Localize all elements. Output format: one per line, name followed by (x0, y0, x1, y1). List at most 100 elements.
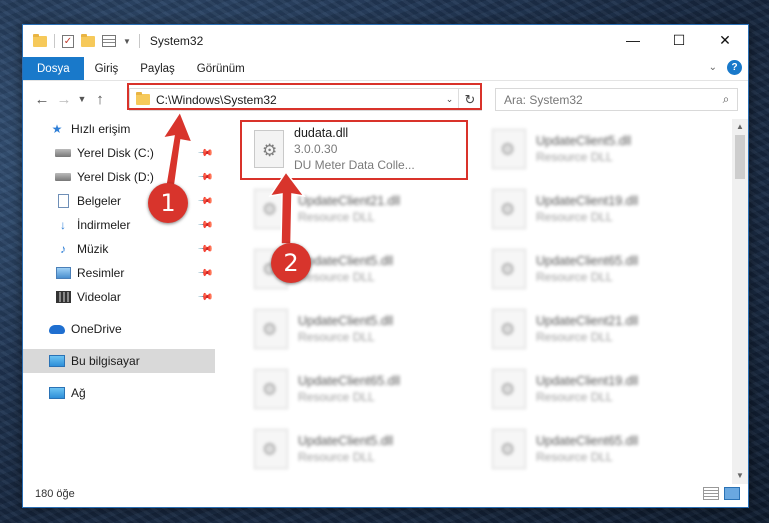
folder-icon (33, 33, 47, 47)
file-tile[interactable]: UpdateClient65.dll Resource DLL (484, 421, 714, 477)
step-2-badge: 2 (271, 243, 311, 283)
sidebar-item-videos[interactable]: Videolar 📌 (23, 285, 215, 309)
address-path[interactable]: C:\Windows\System32 (156, 93, 441, 107)
search-icon[interactable]: ⌕ (715, 92, 737, 107)
address-bar[interactable]: C:\Windows\System32 ⌄ ↻ (129, 88, 482, 111)
status-bar: 180 öğe (23, 481, 748, 507)
dll-file-icon (492, 309, 526, 349)
details-view-icon[interactable] (703, 487, 719, 500)
sidebar-item-this-pc[interactable]: Bu bilgisayar (23, 349, 215, 373)
maximize-button[interactable]: ☐ (656, 25, 702, 55)
address-folder-icon (136, 92, 150, 105)
file-type: Resource DLL (536, 270, 613, 284)
file-tile[interactable]: UpdateClient65.dll Resource DLL (246, 361, 476, 417)
search-box[interactable]: Ara: System32 ⌕ (495, 88, 738, 111)
file-name: dudata.dll (294, 126, 349, 140)
recent-locations-chevron-icon[interactable]: ▼ (75, 94, 89, 104)
file-type: Resource DLL (298, 330, 375, 344)
quick-access-toolbar: ✓ ▼ (23, 33, 131, 48)
item-count: 180 öğe (35, 488, 75, 500)
window-title: System32 (149, 34, 204, 48)
network-icon (49, 386, 65, 400)
sidebar-item-downloads[interactable]: ↓ İndirmeler 📌 (23, 213, 215, 237)
properties-icon[interactable] (102, 35, 116, 47)
file-name: UpdateClient5.dll (298, 434, 394, 448)
navigation-pane: ★ Hızlı erişim Yerel Disk (C:) 📌 Yerel D… (23, 119, 215, 479)
toolbar-divider (54, 34, 55, 48)
view-switcher (703, 487, 740, 500)
pin-icon[interactable]: 📌 (196, 193, 213, 210)
dll-file-icon (254, 189, 288, 229)
file-tile-dudata[interactable]: dudata.dll 3.0.0.30 DU Meter Data Colle.… (246, 121, 476, 177)
file-type: Resource DLL (536, 150, 613, 164)
file-tile[interactable]: UpdateClient21.dll Resource DLL (484, 301, 714, 357)
file-name: UpdateClient5.dll (536, 134, 632, 148)
up-arrow-icon[interactable]: ↑ (89, 91, 111, 108)
window-controls: — ☐ ✕ (610, 25, 748, 55)
vertical-scrollbar[interactable]: ▲ ▼ (732, 119, 748, 484)
pin-icon[interactable]: 📌 (196, 169, 213, 186)
sidebar-item-onedrive[interactable]: OneDrive (23, 317, 215, 341)
dll-file-icon (254, 429, 288, 469)
large-icons-view-icon[interactable] (724, 487, 740, 500)
new-folder-icon[interactable] (81, 33, 95, 47)
back-arrow-icon[interactable]: ← (31, 91, 53, 108)
pin-icon[interactable]: 📌 (196, 241, 213, 258)
file-name: UpdateClient5.dll (298, 314, 394, 328)
sidebar-item-label: Hızlı erişim (71, 122, 131, 136)
sidebar-item-label: Müzik (77, 242, 109, 256)
tab-home[interactable]: Giriş (84, 57, 130, 80)
pin-icon[interactable]: 📌 (196, 289, 213, 306)
pin-icon[interactable]: 📌 (196, 217, 213, 234)
file-tile[interactable]: UpdateClient5.dll Resource DLL (246, 421, 476, 477)
sidebar-item-local-disk-c[interactable]: Yerel Disk (C:) 📌 (23, 141, 215, 165)
file-tile[interactable]: UpdateClient5.dll Resource DLL (246, 301, 476, 357)
file-tile[interactable]: UpdateClient19.dll Resource DLL (484, 181, 714, 237)
sidebar-item-network[interactable]: Ağ (23, 381, 215, 405)
file-type: Resource DLL (536, 390, 613, 404)
pin-icon[interactable]: 📌 (196, 145, 213, 162)
sidebar-item-quick-access[interactable]: ★ Hızlı erişim (23, 117, 215, 141)
file-description: DU Meter Data Colle... (294, 158, 415, 172)
minimize-button[interactable]: — (610, 25, 656, 55)
pin-icon[interactable]: 📌 (196, 265, 213, 282)
close-button[interactable]: ✕ (702, 25, 748, 55)
tab-view[interactable]: Görünüm (186, 57, 256, 80)
file-type: Resource DLL (536, 450, 613, 464)
sidebar-item-label: Yerel Disk (D:) (77, 170, 154, 184)
sidebar-item-label: OneDrive (71, 322, 122, 336)
expand-ribbon-chevron-icon[interactable]: ⌄ (709, 62, 717, 73)
sidebar-item-music[interactable]: ♪ Müzik 📌 (23, 237, 215, 261)
title-divider (138, 34, 140, 48)
search-placeholder[interactable]: Ara: System32 (504, 93, 715, 107)
documents-icon (55, 194, 71, 208)
scroll-thumb[interactable] (735, 135, 745, 179)
scroll-up-icon[interactable]: ▲ (732, 119, 748, 135)
address-dropdown-icon[interactable]: ⌄ (441, 89, 459, 110)
file-list: dudata.dll 3.0.0.30 DU Meter Data Colle.… (228, 119, 728, 479)
customize-toolbar-arrow-icon[interactable]: ▼ (123, 37, 131, 46)
sidebar-item-label: Bu bilgisayar (71, 354, 140, 368)
sidebar-item-label: Resimler (77, 266, 125, 280)
tab-file[interactable]: Dosya (23, 57, 84, 80)
tab-share[interactable]: Paylaş (129, 57, 186, 80)
file-name: UpdateClient21.dll (298, 194, 401, 208)
file-tile[interactable]: UpdateClient65.dll Resource DLL (484, 241, 714, 297)
file-name: UpdateClient19.dll (536, 374, 639, 388)
file-name: UpdateClient65.dll (536, 254, 639, 268)
navigation-bar: ← → ▼ ↑ C:\Windows\System32 ⌄ ↻ Ara: Sys… (23, 81, 748, 117)
help-icon[interactable]: ? (727, 60, 742, 75)
file-tile[interactable]: UpdateClient19.dll Resource DLL (484, 361, 714, 417)
dll-file-icon (254, 130, 284, 168)
file-tile[interactable]: UpdateClient21.dll Resource DLL (246, 181, 476, 237)
cloud-icon (49, 322, 65, 336)
refresh-icon[interactable]: ↻ (459, 92, 481, 108)
sidebar-item-label: Ağ (71, 386, 86, 400)
file-tile[interactable]: UpdateClient5.dll Resource DLL (484, 121, 714, 177)
sidebar-item-pictures[interactable]: Resimler 📌 (23, 261, 215, 285)
file-name: UpdateClient21.dll (536, 314, 639, 328)
download-arrow-icon: ↓ (60, 218, 66, 232)
properties-check-icon[interactable]: ✓ (62, 34, 74, 48)
forward-arrow-icon[interactable]: → (53, 91, 75, 108)
sidebar-item-local-disk-d[interactable]: Yerel Disk (D:) 📌 (23, 165, 215, 189)
